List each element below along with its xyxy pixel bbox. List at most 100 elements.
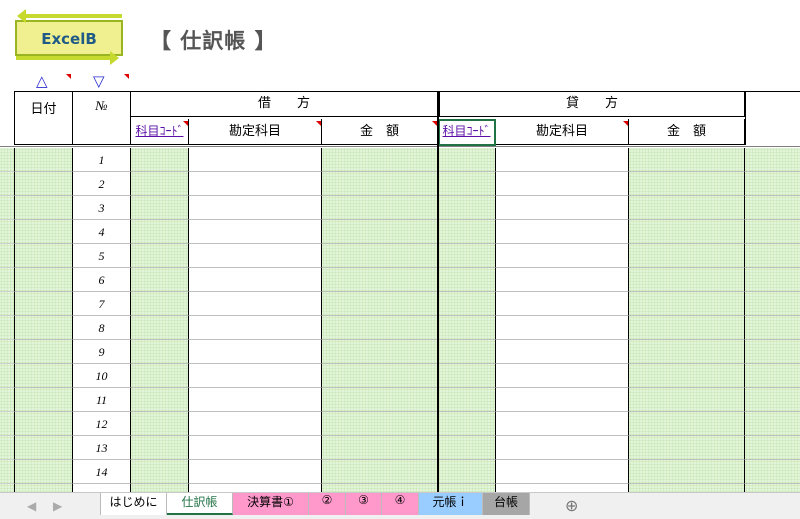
journal-cell[interactable] — [629, 340, 745, 364]
journal-cell[interactable] — [629, 412, 745, 436]
journal-cell[interactable] — [629, 244, 745, 268]
journal-cell[interactable] — [629, 316, 745, 340]
journal-cell[interactable] — [189, 292, 322, 316]
journal-cell[interactable] — [14, 196, 73, 220]
journal-cell[interactable] — [629, 436, 745, 460]
sheet-tab-8[interactable]: 台帳 — [483, 493, 530, 515]
journal-cell[interactable] — [322, 412, 438, 436]
journal-cell[interactable] — [131, 172, 189, 196]
journal-cell[interactable] — [745, 292, 800, 316]
journal-cell[interactable] — [131, 460, 189, 484]
journal-cell[interactable] — [438, 340, 496, 364]
journal-cell[interactable] — [131, 436, 189, 460]
journal-cell[interactable] — [189, 268, 322, 292]
journal-cell[interactable] — [496, 268, 629, 292]
journal-cell[interactable] — [14, 388, 73, 412]
sheet-tab-1[interactable]: はじめに — [100, 493, 167, 515]
journal-cell[interactable] — [131, 364, 189, 388]
journal-cell[interactable] — [629, 460, 745, 484]
journal-cell[interactable] — [14, 244, 73, 268]
journal-cell[interactable] — [131, 244, 189, 268]
journal-cell[interactable] — [496, 220, 629, 244]
journal-cell[interactable] — [131, 292, 189, 316]
journal-cell[interactable] — [14, 460, 73, 484]
journal-cell[interactable] — [438, 172, 496, 196]
journal-cell[interactable] — [629, 292, 745, 316]
journal-cell[interactable] — [189, 196, 322, 220]
sheet-tab-3[interactable]: 決算書① — [233, 493, 309, 515]
journal-cell[interactable] — [496, 172, 629, 196]
sort-ascending-button[interactable]: △ — [36, 72, 48, 90]
journal-cell[interactable] — [131, 388, 189, 412]
logo[interactable]: ExcelB — [15, 20, 123, 56]
journal-cell[interactable] — [438, 364, 496, 388]
journal-cell[interactable] — [745, 148, 800, 172]
journal-cell[interactable] — [322, 244, 438, 268]
journal-cell[interactable] — [745, 412, 800, 436]
journal-cell[interactable] — [496, 292, 629, 316]
journal-cell[interactable] — [629, 388, 745, 412]
journal-cell[interactable] — [629, 148, 745, 172]
journal-cell[interactable] — [322, 268, 438, 292]
journal-cell[interactable] — [189, 244, 322, 268]
journal-cell[interactable] — [629, 268, 745, 292]
journal-cell[interactable] — [189, 460, 322, 484]
journal-cell[interactable] — [745, 364, 800, 388]
journal-cell[interactable] — [189, 388, 322, 412]
journal-cell[interactable] — [322, 196, 438, 220]
journal-cell[interactable] — [131, 340, 189, 364]
journal-cell[interactable] — [438, 388, 496, 412]
sheet-tab-4[interactable]: ② — [309, 493, 346, 515]
journal-cell[interactable] — [189, 436, 322, 460]
journal-cell[interactable] — [745, 460, 800, 484]
sheet-tab-2[interactable]: 仕訳帳 — [167, 493, 233, 515]
journal-cell[interactable] — [438, 220, 496, 244]
journal-cell[interactable] — [131, 316, 189, 340]
journal-cell[interactable] — [322, 172, 438, 196]
prev-sheet-button[interactable]: ◀ — [27, 499, 36, 513]
journal-cell[interactable] — [438, 436, 496, 460]
journal-cell[interactable] — [496, 340, 629, 364]
journal-cell[interactable] — [438, 148, 496, 172]
journal-cell[interactable] — [438, 268, 496, 292]
journal-cell[interactable] — [131, 148, 189, 172]
journal-cell[interactable] — [438, 460, 496, 484]
journal-cell[interactable] — [438, 244, 496, 268]
journal-cell[interactable] — [496, 460, 629, 484]
journal-cell[interactable] — [496, 436, 629, 460]
journal-cell[interactable] — [189, 364, 322, 388]
journal-cell[interactable] — [322, 148, 438, 172]
journal-cell[interactable] — [131, 220, 189, 244]
journal-cell[interactable] — [322, 316, 438, 340]
sheet-tab-5[interactable]: ③ — [346, 493, 382, 515]
journal-cell[interactable] — [322, 388, 438, 412]
sheet-tab-6[interactable]: ④ — [382, 493, 419, 515]
journal-cell[interactable] — [745, 268, 800, 292]
journal-cell[interactable] — [496, 316, 629, 340]
journal-cell[interactable] — [496, 196, 629, 220]
journal-cell[interactable] — [189, 148, 322, 172]
journal-cell[interactable] — [14, 220, 73, 244]
journal-cell[interactable] — [496, 364, 629, 388]
add-sheet-button[interactable]: ⊕ — [565, 496, 578, 515]
journal-cell[interactable] — [14, 292, 73, 316]
journal-cell[interactable] — [322, 220, 438, 244]
journal-cell[interactable] — [496, 244, 629, 268]
journal-cell[interactable] — [131, 196, 189, 220]
journal-cell[interactable] — [322, 436, 438, 460]
journal-cell[interactable] — [189, 316, 322, 340]
journal-cell[interactable] — [14, 364, 73, 388]
journal-cell[interactable] — [629, 172, 745, 196]
journal-cell[interactable] — [14, 436, 73, 460]
journal-cell[interactable] — [189, 172, 322, 196]
journal-cell[interactable] — [745, 436, 800, 460]
journal-cell[interactable] — [496, 388, 629, 412]
journal-cell[interactable] — [189, 340, 322, 364]
journal-cell[interactable] — [745, 340, 800, 364]
journal-cell[interactable] — [131, 268, 189, 292]
journal-cell[interactable] — [131, 412, 189, 436]
journal-cell[interactable] — [496, 412, 629, 436]
journal-cell[interactable] — [322, 292, 438, 316]
journal-cell[interactable] — [189, 412, 322, 436]
journal-cell[interactable] — [496, 148, 629, 172]
